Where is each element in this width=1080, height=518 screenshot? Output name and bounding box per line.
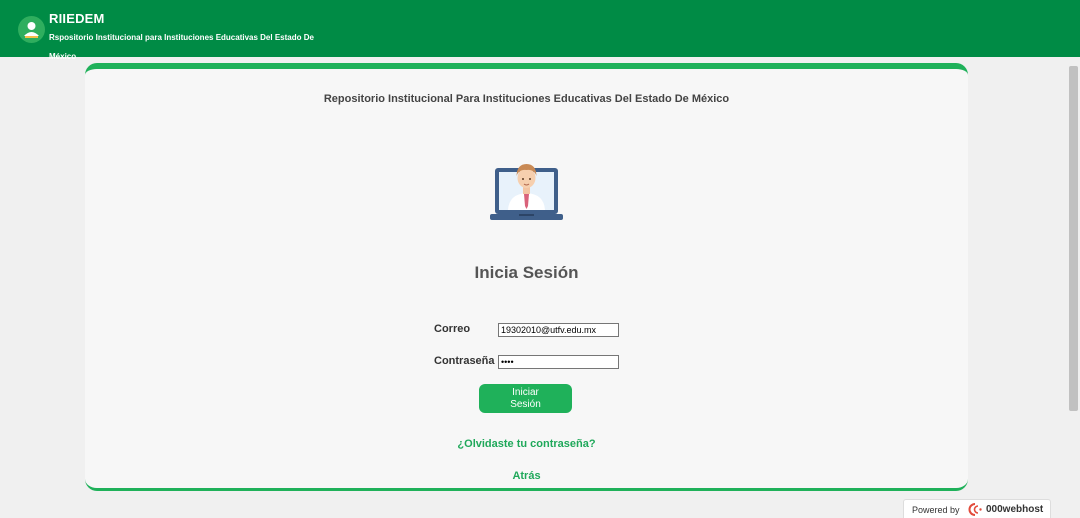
email-field[interactable] (498, 323, 619, 337)
badge-powered-text: Powered by (912, 505, 960, 515)
card-title: Repositorio Institucional Para Instituci… (323, 93, 730, 105)
forgot-password-link[interactable]: ¿Olvidaste tu contraseña? (85, 438, 968, 450)
scrollbar-thumb[interactable] (1069, 66, 1078, 411)
app-subtitle: Rspositorio Institucional para Instituci… (49, 33, 314, 61)
password-label: Contraseña (434, 355, 495, 367)
email-label: Correo (434, 323, 471, 335)
page-scrollbar[interactable] (1067, 57, 1080, 518)
login-heading: Inicia Sesión (474, 263, 579, 282)
login-card: Repositorio Institucional Para Instituci… (85, 63, 968, 491)
password-field[interactable] (498, 355, 619, 369)
back-link[interactable]: Atrás (85, 470, 968, 482)
login-button[interactable]: Iniciar Sesión (479, 384, 572, 413)
user-logo-icon (18, 16, 45, 43)
webhost-logo-icon (966, 503, 984, 518)
top-header-bar: RIIEDEM Rspositorio Institucional para I… (0, 0, 1080, 61)
user-laptop-icon (490, 156, 563, 233)
hosting-badge[interactable]: Powered by 000webhost (903, 499, 1051, 518)
app-name: RIIEDEM (49, 11, 105, 26)
badge-brand-text: 000webhost (986, 504, 1044, 515)
